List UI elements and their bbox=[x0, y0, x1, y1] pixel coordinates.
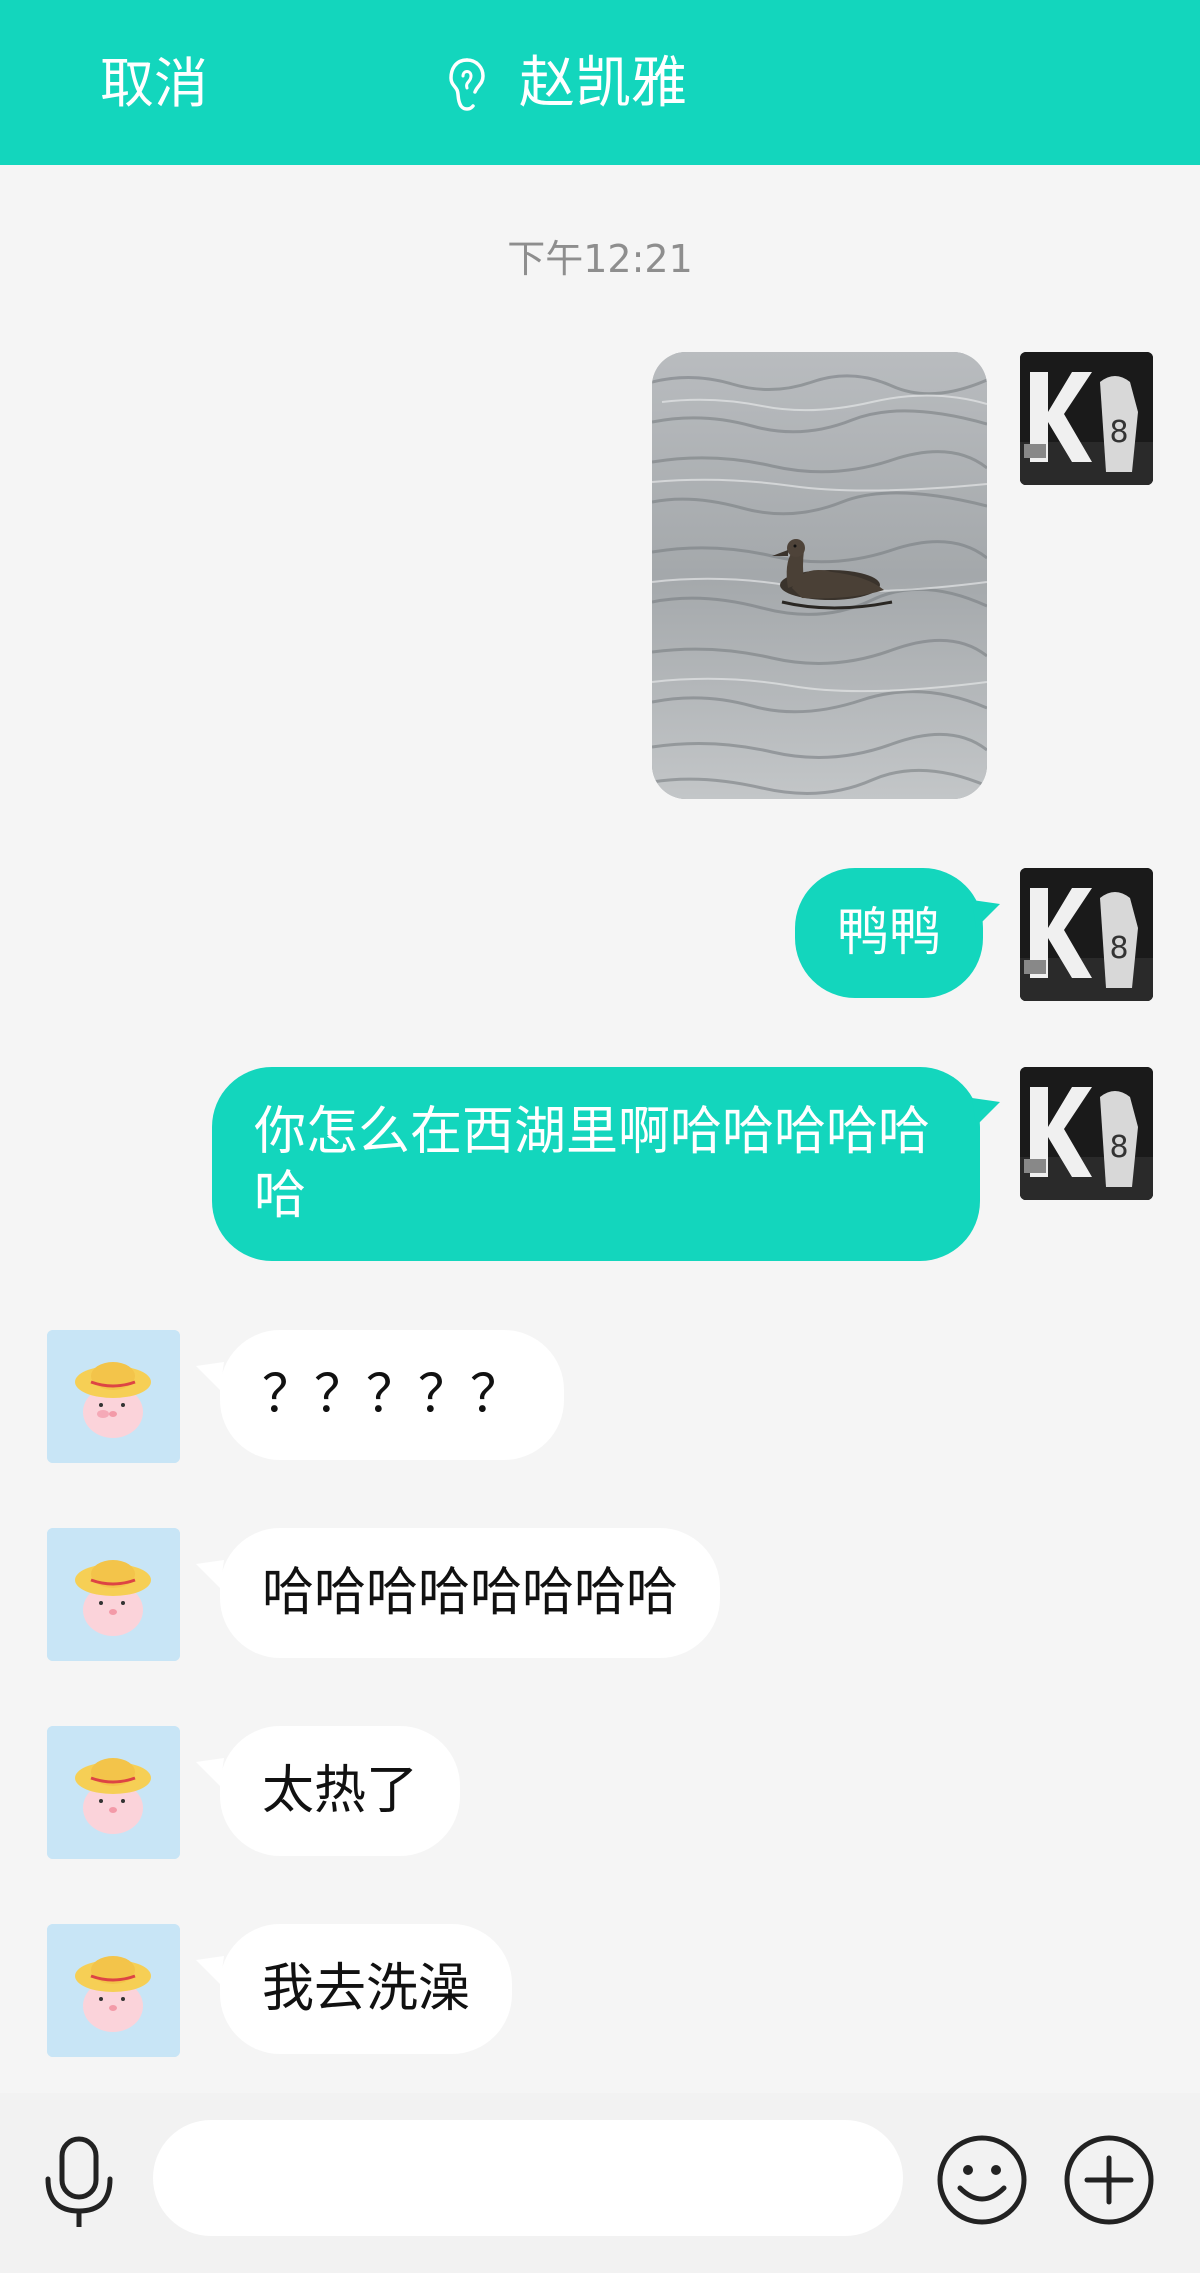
message-text: 我去洗澡 bbox=[262, 1959, 471, 2019]
kobe-avatar: 8 bbox=[1020, 1067, 1153, 1200]
message-bubble-me[interactable]: 鸭鸭 bbox=[795, 868, 984, 998]
my-avatar[interactable]: 8 bbox=[1020, 352, 1153, 485]
svg-text:8: 8 bbox=[1109, 931, 1128, 966]
pig-with-hat-avatar bbox=[47, 1330, 180, 1463]
message-bubble-friend[interactable]: ？？？？？ bbox=[220, 1330, 565, 1460]
pig-with-hat-avatar bbox=[47, 1726, 180, 1859]
message-text: 你怎么在西湖里啊哈哈哈哈哈哈 bbox=[254, 1102, 931, 1226]
mic-icon[interactable] bbox=[40, 2135, 118, 2231]
message-text: 鸭鸭 bbox=[837, 903, 942, 963]
emoji-icon[interactable] bbox=[936, 2134, 1028, 2226]
bubble-tail bbox=[972, 900, 1000, 928]
svg-text:8: 8 bbox=[1109, 415, 1128, 450]
pig-with-hat-avatar bbox=[47, 1528, 180, 1661]
cancel-button[interactable]: 取消 bbox=[100, 52, 208, 116]
plus-icon[interactable] bbox=[1063, 2134, 1155, 2226]
message-timestamp: 下午12:21 bbox=[507, 237, 693, 281]
duck-photo-message[interactable] bbox=[652, 352, 987, 799]
pig-with-hat-avatar bbox=[47, 1924, 180, 2057]
kobe-avatar: 8 bbox=[1020, 352, 1153, 485]
bubble-tail bbox=[972, 1098, 1000, 1126]
svg-text:8: 8 bbox=[1109, 1130, 1128, 1165]
kobe-avatar: 8 bbox=[1020, 868, 1153, 1001]
ear-icon[interactable] bbox=[445, 54, 489, 114]
chat-title: 赵凯雅 bbox=[519, 51, 687, 116]
message-text: 太热了 bbox=[262, 1761, 419, 1821]
message-input[interactable] bbox=[153, 2120, 903, 2236]
duck-photo bbox=[652, 352, 987, 799]
message-bubble-me[interactable]: 你怎么在西湖里啊哈哈哈哈哈哈 bbox=[212, 1067, 980, 1261]
friend-avatar[interactable] bbox=[47, 1924, 180, 2057]
friend-avatar[interactable] bbox=[47, 1528, 180, 1661]
message-bubble-friend[interactable]: 太热了 bbox=[220, 1726, 461, 1856]
message-text: ？？？？？ bbox=[262, 1365, 523, 1425]
message-bubble-friend[interactable]: 我去洗澡 bbox=[220, 1924, 513, 2054]
chat-title-group: 赵凯雅 bbox=[445, 52, 687, 116]
friend-avatar[interactable] bbox=[47, 1330, 180, 1463]
chat-header: 取消 赵凯雅 bbox=[0, 0, 1200, 165]
my-avatar[interactable]: 8 bbox=[1020, 1067, 1153, 1200]
message-bubble-friend[interactable]: 哈哈哈哈哈哈哈哈 bbox=[220, 1528, 721, 1658]
friend-avatar[interactable] bbox=[47, 1726, 180, 1859]
my-avatar[interactable]: 8 bbox=[1020, 868, 1153, 1001]
message-text: 哈哈哈哈哈哈哈哈 bbox=[262, 1563, 679, 1623]
